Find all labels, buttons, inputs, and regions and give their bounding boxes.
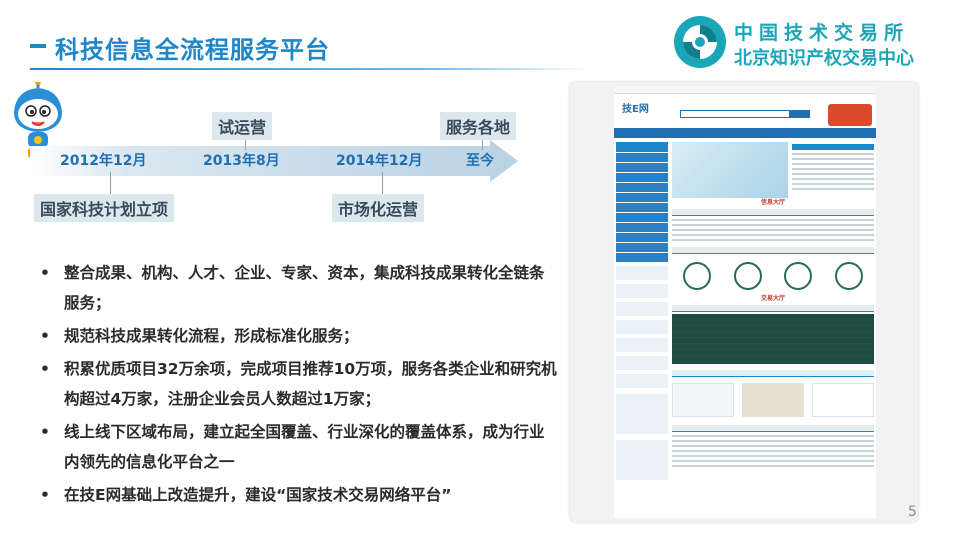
site-main-content: 信息大厅 交易大厅	[672, 142, 874, 512]
bullet-marker: •	[40, 327, 50, 345]
site-nav-bar	[614, 128, 876, 143]
site-header: 技E网	[614, 94, 876, 126]
site-promo-badge	[828, 104, 872, 126]
timeline-date-now: 至今	[466, 153, 494, 169]
ctex-logo: 中国技术交易所 北京知识产权交易中心	[672, 14, 942, 72]
website-page: 技E网 信息大厅 交易大厅	[614, 86, 876, 518]
slide-title: 科技信息全流程服务平台	[55, 36, 330, 64]
ctex-emblem-icon	[674, 16, 726, 68]
bullet-item: • 整合成果、机构、人才、企业、专家、资本，集成科技成果转化全链条服务；	[38, 258, 558, 318]
logo-subname-cn: 北京知识产权交易中心	[734, 48, 914, 69]
site-section-trade: 交易大厅	[760, 295, 785, 302]
website-screenshot: 技E网 信息大厅 交易大厅	[570, 82, 918, 522]
logo-name-cn: 中国技术交易所	[734, 22, 910, 44]
site-news-list	[792, 142, 874, 198]
site-partner-logos	[672, 258, 874, 294]
site-feature-cards	[672, 383, 874, 419]
site-topbar	[614, 86, 876, 94]
site-left-menu	[616, 142, 668, 512]
bullet-list: • 整合成果、机构、人才、企业、专家、资本，集成科技成果转化全链条服务； • 规范科…	[38, 258, 558, 513]
title-underline	[30, 68, 590, 70]
slide: 科技信息全流程服务平台 中国技术交易所 北京知识产权交易中心 2012年12月 …	[0, 0, 964, 541]
title-accent-bar	[30, 44, 46, 48]
bullet-text: 积累优质项目32万余项，完成项目推荐10万项，服务各类企业和研究机构超过4万家，…	[64, 360, 557, 408]
bullet-item: • 规范科技成果转化流程，形成标准化服务；	[38, 321, 558, 351]
bullet-marker: •	[40, 360, 50, 378]
site-banner	[672, 142, 788, 198]
site-logo: 技E网	[622, 104, 649, 115]
timeline-connector	[110, 172, 111, 194]
site-search-input	[680, 110, 790, 118]
bullet-marker: •	[40, 264, 50, 282]
bullet-item: • 线上线下区域布局，建立起全国覆盖、行业深化的覆盖体系，成为行业内领先的信息化平…	[38, 417, 558, 477]
bullet-text: 规范科技成果转化流程，形成标准化服务；	[64, 327, 359, 345]
timeline-connector	[382, 172, 383, 194]
page-number: 5	[908, 504, 917, 520]
site-section-info: 信息大厅	[760, 199, 785, 206]
bullet-marker: •	[40, 486, 50, 504]
timeline-date-2012: 2012年12月	[60, 153, 147, 169]
bullet-text: 线上线下区域布局，建立起全国覆盖、行业深化的覆盖体系，成为行业内领先的信息化平台…	[64, 423, 545, 471]
bullet-item: • 在技E网基础上改造提升，建设“国家技术交易网络平台”	[38, 480, 558, 510]
site-search-button	[790, 110, 810, 118]
milestone-market-operation: 市场化运营	[332, 194, 425, 222]
milestone-national-project: 国家科技计划立项	[34, 194, 175, 222]
bullet-item: • 积累优质项目32万余项，完成项目推荐10万项，服务各类企业和研究机构超过4万家…	[38, 354, 558, 414]
milestone-trial-operation: 试运营	[212, 112, 273, 140]
timeline-date-2014: 2014年12月	[336, 153, 423, 169]
timeline-date-2013: 2013年8月	[203, 153, 280, 169]
bullet-text: 整合成果、机构、人才、企业、专家、资本，集成科技成果转化全链条服务；	[64, 264, 545, 312]
milestone-service-everywhere: 服务各地	[440, 112, 517, 140]
bullet-text: 在技E网基础上改造提升，建设“国家技术交易网络平台”	[64, 486, 452, 504]
bullet-marker: •	[40, 423, 50, 441]
site-trade-table	[672, 314, 874, 364]
